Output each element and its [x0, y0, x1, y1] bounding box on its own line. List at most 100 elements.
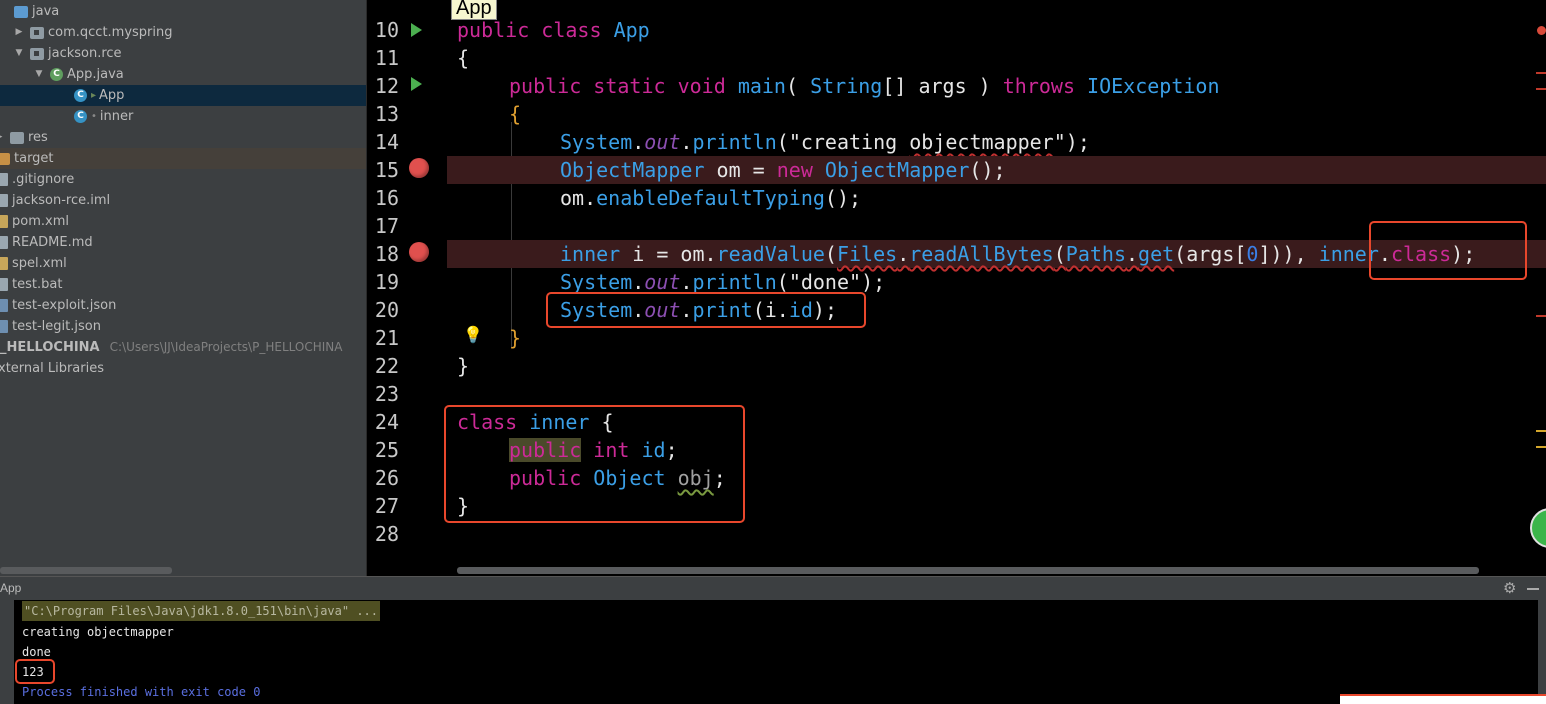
run-tab-title[interactable]: App [0, 581, 21, 595]
brace-token: { [509, 102, 522, 126]
type-token: Paths [1065, 242, 1126, 266]
error-marker[interactable] [1536, 88, 1546, 90]
tree-item-label: .gitignore [12, 172, 75, 187]
line-number: 10 [374, 18, 399, 42]
code-line-11[interactable]: { [447, 44, 1546, 72]
chevron-down-icon[interactable]: ▼ [14, 43, 24, 64]
breakpoint-icon[interactable] [409, 158, 429, 178]
code-token: (); [824, 186, 862, 210]
tree-item-res[interactable]: ▶ res [0, 127, 366, 148]
line-number: 18 [374, 242, 399, 266]
tree-item-label: spel.xml [12, 256, 67, 271]
error-marker[interactable] [1536, 315, 1546, 317]
dot-icon: • [91, 111, 97, 122]
console-command-line[interactable]: "C:\Program Files\Java\jdk1.8.0_151\bin\… [22, 601, 381, 621]
line-number: 13 [374, 102, 399, 126]
run-main-icon[interactable] [411, 77, 422, 91]
code-token: (); [969, 158, 1006, 182]
project-path: C:\Users\JJ\IdeaProjects\P_HELLOCHINA [109, 340, 343, 354]
folder-icon [10, 131, 24, 144]
tree-item-spel-xml[interactable]: spel.xml [0, 253, 366, 274]
tree-item-test-legit-json[interactable]: test-legit.json [0, 316, 366, 337]
number-token: 0 [1246, 242, 1259, 266]
run-toolbar [0, 600, 14, 704]
package-icon [30, 26, 44, 39]
tree-item-hellochina-project[interactable]: _HELLOCHINA C:\Users\JJ\IdeaProjects\P_HE… [0, 337, 366, 358]
method-token: readAllBytes [909, 242, 1054, 266]
tree-item-inner-class[interactable]: C • inner [0, 106, 366, 127]
code-token: ( [1053, 242, 1066, 266]
code-line-10[interactable]: public class App [447, 16, 1546, 44]
type-token: System [560, 130, 633, 154]
method-token: println [692, 130, 777, 154]
code-line-16[interactable]: om.enableDefaultTyping(); [447, 184, 1546, 212]
tree-item-test-exploit-json[interactable]: test-exploit.json [0, 295, 366, 316]
run-class-icon[interactable] [411, 23, 422, 37]
field-token: out [644, 130, 681, 154]
tree-item-target[interactable]: target [0, 148, 366, 169]
type-token: String [810, 74, 883, 98]
string-token: " [1053, 130, 1066, 154]
code-token: (args[ [1174, 242, 1247, 266]
tree-item-com-qcct-myspring[interactable]: ▶ com.qcct.myspring [0, 22, 366, 43]
line-number: 20 [374, 298, 399, 322]
keyword-token: class [541, 18, 602, 42]
line-number: 12 [374, 74, 399, 98]
tree-item-label: jackson.rce [48, 46, 122, 61]
code-token: ( [785, 74, 811, 98]
tree-item-java[interactable]: java [0, 1, 366, 22]
tree-item-external-libraries[interactable]: xternal Libraries [0, 358, 366, 379]
code-token: . [632, 130, 645, 154]
code-line-12[interactable]: public static void main( String[] args )… [447, 72, 1546, 100]
tree-item-app-class[interactable]: C ▸ App [0, 85, 366, 106]
warning-marker[interactable] [1536, 446, 1546, 448]
chevron-right-icon[interactable]: ▶ [14, 22, 24, 43]
console-scrollbar[interactable] [1538, 600, 1546, 704]
type-token: IOException [1087, 74, 1220, 98]
tree-item-pom-xml[interactable]: pom.xml [0, 211, 366, 232]
tree-item-app-java[interactable]: ▼ C App.java [0, 64, 366, 85]
code-editor[interactable]: 10 11 12 13 14 15 16 17 18 19 20 21 22 2… [367, 0, 1546, 576]
chevron-down-icon[interactable]: ▼ [34, 64, 44, 85]
code-line-14[interactable]: System.out.println("creating objectmappe… [447, 128, 1546, 156]
minimize-icon[interactable] [1527, 588, 1539, 590]
tree-item-label: target [14, 151, 54, 166]
highlight-box-inner-definition [444, 405, 745, 523]
lightbulb-icon[interactable]: 💡 [463, 325, 483, 345]
warning-marker[interactable] [1536, 430, 1546, 432]
tree-item-test-bat[interactable]: test.bat [0, 274, 366, 295]
brace-token: } [509, 326, 522, 350]
keyword-token: void [677, 74, 726, 98]
line-number: 17 [374, 214, 399, 238]
gear-icon[interactable]: ⚙ [1503, 579, 1516, 597]
keyword-token: public [457, 18, 530, 42]
code-token: [] args ) [882, 74, 1003, 98]
project-horizontal-scrollbar[interactable] [0, 567, 172, 574]
tree-item-gitignore[interactable]: .gitignore [0, 169, 366, 190]
method-token: enableDefaultTyping [596, 186, 825, 210]
project-tool-window: java ▶ com.qcct.myspring ▼ jackson.rce ▼ C A… [0, 0, 367, 576]
console-output[interactable]: "C:\Program Files\Java\jdk1.8.0_151\bin\… [14, 600, 1538, 704]
tree-item-label: _HELLOCHINA [0, 340, 100, 355]
chevron-right-icon[interactable]: ▶ [0, 127, 4, 148]
line-number: 23 [374, 382, 399, 406]
breakpoint-icon[interactable] [409, 242, 429, 262]
code-line-21[interactable]: } [447, 324, 1546, 352]
tree-item-jackson-rce[interactable]: ▼ jackson.rce [0, 43, 366, 64]
file-icon [0, 173, 8, 186]
code-line-15[interactable]: ObjectMapper om = new ObjectMapper(); [447, 156, 1546, 184]
code-token: om = [704, 158, 777, 182]
class-name-token: App [613, 18, 650, 42]
error-marker[interactable] [1536, 72, 1546, 74]
method-token: main [737, 74, 786, 98]
editor-horizontal-scrollbar[interactable] [457, 567, 1479, 574]
code-line-22[interactable]: } [447, 352, 1546, 380]
error-indicator-icon[interactable] [1537, 26, 1546, 35]
line-number: 25 [374, 438, 399, 462]
code-line-13[interactable]: { [447, 100, 1546, 128]
folder-icon [14, 5, 28, 18]
keyword-token: static [593, 74, 666, 98]
tree-item-readme[interactable]: README.md [0, 232, 366, 253]
tree-item-jackson-rce-iml[interactable]: jackson-rce.iml [0, 190, 366, 211]
